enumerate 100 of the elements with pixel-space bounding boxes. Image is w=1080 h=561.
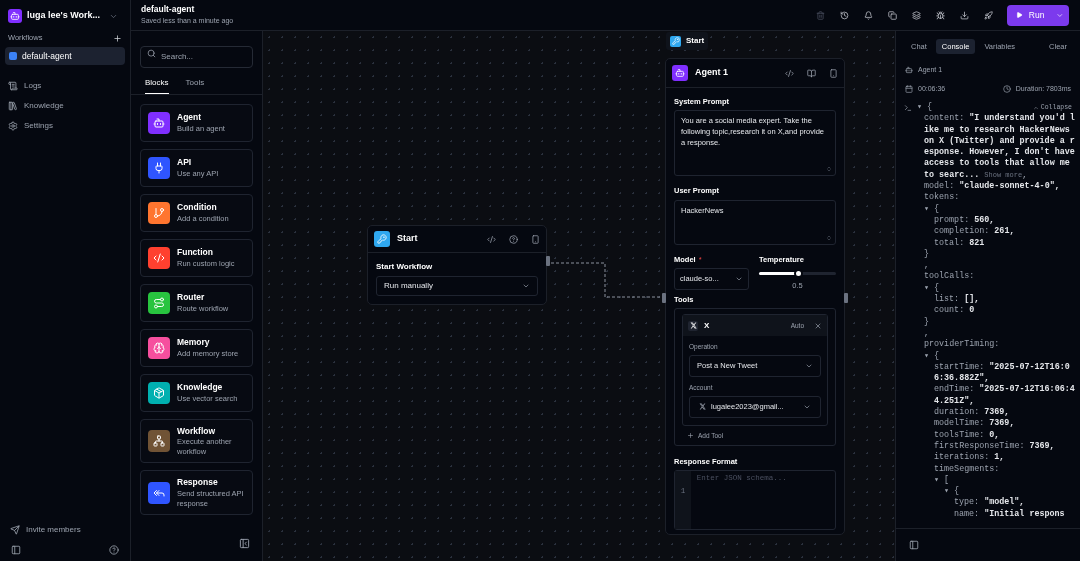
nav-item[interactable]: Knowledge <box>5 99 125 113</box>
info-icon[interactable] <box>509 234 518 244</box>
send-icon <box>10 525 20 535</box>
key-icon <box>374 231 390 247</box>
workflow-item[interactable]: default-agent <box>5 47 125 65</box>
workflow-title: default-agent <box>141 3 196 17</box>
expand-toggle[interactable]: ▾ { <box>924 282 940 295</box>
code-icon[interactable] <box>785 68 794 78</box>
node-title: Start <box>397 232 418 246</box>
json-brace: } <box>924 248 930 259</box>
block-name: Response <box>177 476 219 489</box>
workspace-switcher[interactable]: luga lee's Work... <box>27 9 100 23</box>
terminal-icon <box>904 103 912 112</box>
code-icon[interactable] <box>487 234 496 244</box>
book-icon[interactable] <box>807 68 816 78</box>
json-entry: list: [], <box>934 294 981 306</box>
robot-icon <box>905 66 913 75</box>
calendar-icon <box>905 84 913 93</box>
help-icon[interactable] <box>109 545 119 555</box>
json-entry: total: 821 <box>934 237 986 249</box>
json-entry: model: "claude-sonnet-4-0", <box>924 181 1061 192</box>
play-icon <box>1016 11 1023 19</box>
connection-handle[interactable] <box>844 293 848 303</box>
block-name: Condition <box>177 201 218 214</box>
block-name: Function <box>177 246 214 259</box>
expand-toggle[interactable]: ▾ { <box>924 203 940 215</box>
chevron-up-icon <box>1032 104 1039 111</box>
copy-icon[interactable] <box>888 10 897 20</box>
rocket-icon[interactable] <box>984 10 993 20</box>
expand-toggle[interactable]: ▾ [ <box>934 474 950 487</box>
json-entry: prompt: 560, <box>934 214 996 226</box>
history-icon[interactable] <box>840 10 849 20</box>
robot-icon <box>672 65 688 81</box>
key-icon <box>670 35 681 47</box>
chevron-down-icon <box>805 362 813 370</box>
start-tag[interactable]: Start <box>666 32 709 50</box>
expand-toggle[interactable]: ▾ { <box>917 102 933 114</box>
bell-icon[interactable] <box>864 10 873 20</box>
json-punctuation: , <box>924 260 930 271</box>
invite-members-button[interactable]: Invite members <box>5 523 125 537</box>
run-button[interactable]: Run <box>1007 4 1069 26</box>
add-icon <box>687 432 694 440</box>
field-label: Start Workflow <box>376 261 434 273</box>
download-icon[interactable] <box>960 10 969 20</box>
chevron-down-icon <box>522 282 530 290</box>
json-entry: firstResponseTime: 7369, <box>934 440 1056 452</box>
layers-icon[interactable] <box>912 10 921 20</box>
library-icon <box>8 101 18 111</box>
json-entry: name: "Initial respons <box>954 508 1066 520</box>
nav-item[interactable]: Logs <box>5 79 125 93</box>
json-entry: toolsTime: 0, <box>934 429 1001 441</box>
node-title: Agent 1 <box>695 66 728 80</box>
json-entry: tokens: <box>924 192 961 204</box>
json-punctuation: , <box>924 327 930 338</box>
node-title: Start <box>686 35 705 47</box>
connection-handle[interactable] <box>662 293 666 303</box>
panel-tab[interactable]: Tools <box>185 76 205 94</box>
json-entry: endTime: "2025-07-12T16:06:44.251Z", <box>934 384 1076 407</box>
json-entry: duration: 7369, <box>934 407 1011 418</box>
panel-icon[interactable] <box>909 540 919 550</box>
collapse-panel-icon[interactable] <box>239 538 250 549</box>
bug-icon[interactable] <box>936 10 945 20</box>
phone-icon[interactable] <box>531 234 540 244</box>
json-entry: providerTiming: <box>924 339 1001 351</box>
json-entry: completion: 261, <box>934 226 1016 238</box>
search-field[interactable]: Search... <box>140 45 253 68</box>
search-icon <box>147 48 156 58</box>
expand-toggle[interactable]: ▾ { <box>944 486 960 498</box>
clock-icon <box>1002 84 1011 93</box>
block-name: Memory <box>177 336 211 349</box>
slider-thumb[interactable] <box>793 268 803 278</box>
nav-item[interactable]: Settings <box>5 119 125 133</box>
phone-icon[interactable] <box>829 68 838 78</box>
json-entry: type: "model", <box>954 497 1026 509</box>
block-name: Router <box>177 291 206 304</box>
json-entry: startTime: "2025-07-12T16:06:36.882Z", <box>934 361 1071 384</box>
connection-handle[interactable] <box>546 256 550 266</box>
x-logo-icon <box>699 403 706 411</box>
settings-icon <box>8 121 18 131</box>
expand-toggle[interactable]: ▾ { <box>924 350 940 362</box>
scroll-icon <box>8 81 18 91</box>
trigger-select[interactable]: Run manually <box>376 276 538 296</box>
panel-tab[interactable]: Blocks <box>145 76 169 94</box>
tool-name: X <box>704 319 710 332</box>
json-entry: toolCalls: <box>924 271 976 283</box>
agent-node[interactable] <box>665 58 845 535</box>
block-name: Knowledge <box>177 381 224 394</box>
json-entry: timeSegments: <box>934 463 1001 475</box>
start-node[interactable]: Start Start Workflow Run manually <box>367 225 547 305</box>
workspace-logo-icon <box>8 9 22 23</box>
json-brace: } <box>924 316 930 327</box>
block-name: Agent <box>177 111 203 124</box>
block-name: Workflow <box>177 424 217 438</box>
panel-icon[interactable] <box>11 545 21 555</box>
block-name: API <box>177 156 193 169</box>
json-entry: count: 0 <box>934 305 976 317</box>
close-icon[interactable] <box>814 321 822 330</box>
add-icon[interactable] <box>113 33 122 43</box>
x-logo-icon <box>689 322 697 330</box>
json-entry: modelTime: 7369, <box>934 418 1016 430</box>
